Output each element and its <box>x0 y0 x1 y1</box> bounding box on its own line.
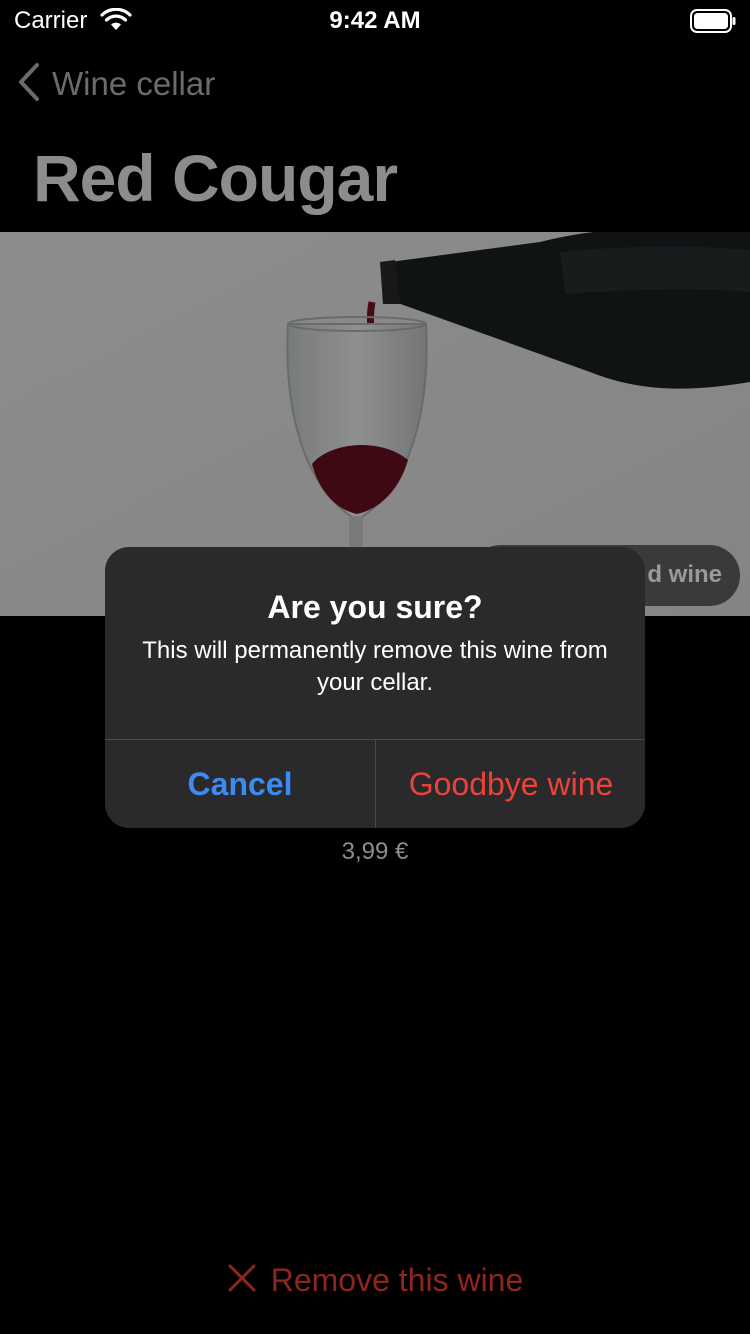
confirm-alert: Are you sure? This will permanently remo… <box>105 547 645 828</box>
back-button-label: Wine cellar <box>52 65 216 102</box>
page-title: Red Cougar <box>33 141 398 215</box>
back-button[interactable]: Wine cellar <box>16 62 215 106</box>
price-label: 3,99 € <box>341 838 409 865</box>
clock: 9:42 AM <box>329 7 421 34</box>
alert-title: Are you sure? <box>267 589 483 625</box>
x-icon <box>227 1263 257 1298</box>
remove-wine-button[interactable]: Remove this wine <box>0 1262 750 1299</box>
status-bar: Carrier 9:42 AM <box>0 0 750 40</box>
goodbye-wine-button[interactable]: Goodbye wine <box>376 740 645 828</box>
alert-message: This will permanently remove this wine f… <box>142 637 608 696</box>
cancel-button[interactable]: Cancel <box>105 740 375 828</box>
remove-wine-label: Remove this wine <box>270 1262 524 1298</box>
battery-icon <box>690 9 736 38</box>
chevron-left-icon <box>16 62 42 107</box>
add-wine-button-label: d wine <box>647 561 722 588</box>
